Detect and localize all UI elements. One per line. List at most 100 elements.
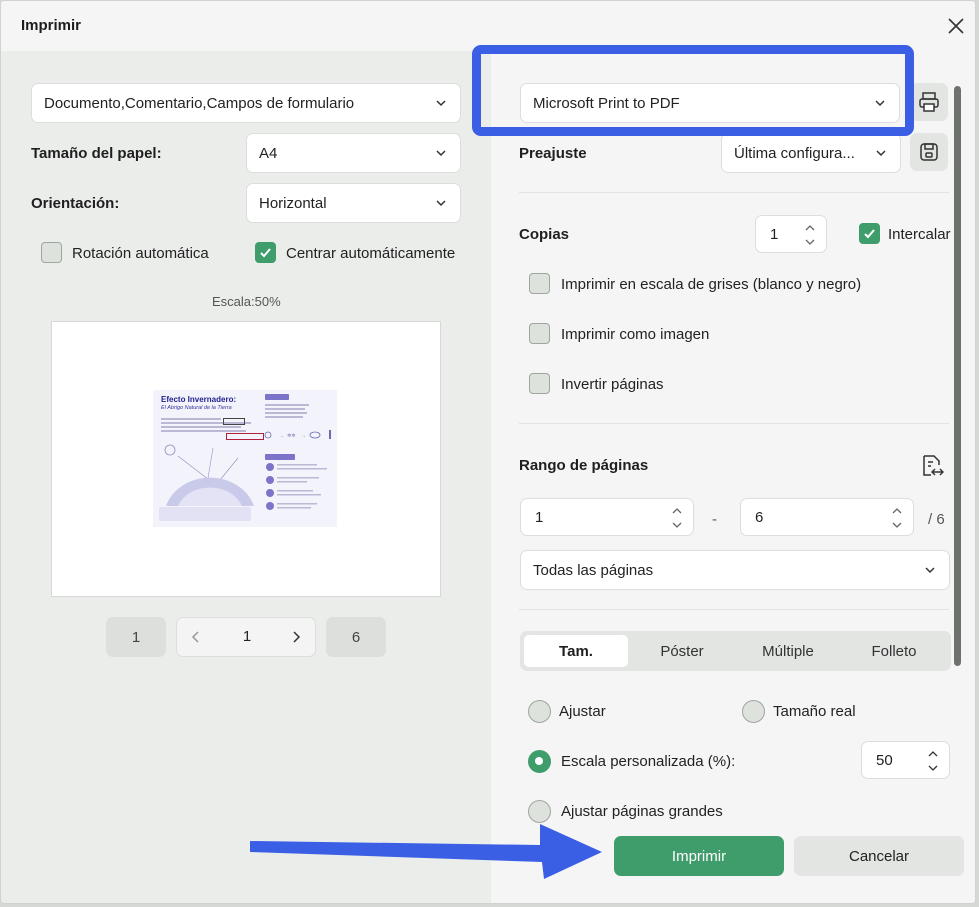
preview-list	[266, 463, 327, 510]
fit-label: Ajustar	[559, 703, 606, 720]
close-icon[interactable]	[945, 15, 967, 37]
auto-center-label: Centrar automáticamente	[286, 245, 456, 262]
printer-icon	[919, 92, 939, 112]
preview-tag	[265, 394, 289, 400]
custom-scale-value: 50	[876, 751, 893, 769]
range-total: / 6	[928, 511, 945, 528]
tab-booklet[interactable]: Folleto	[842, 635, 946, 667]
page-preview: Efecto Invernadero: El Abrigo Natural de…	[51, 321, 441, 597]
fit-large-pages-radio[interactable]	[528, 800, 551, 823]
print-content-value: Documento,Comentario,Campos de formulari…	[44, 94, 355, 112]
process-icons: → ✲✲ →	[264, 430, 331, 439]
collate-label: Intercalar	[888, 226, 951, 243]
dialog-title: Imprimir	[21, 17, 82, 34]
checkmark-icon	[864, 229, 875, 239]
svg-text:✲✲: ✲✲	[287, 433, 296, 439]
orientation-select[interactable]: Horizontal	[246, 183, 461, 223]
preview-doc-title: Efecto Invernadero:	[161, 395, 237, 404]
orientation-value: Horizontal	[259, 194, 327, 212]
svg-text:→: →	[301, 433, 306, 439]
chevron-right-icon[interactable]	[289, 630, 303, 644]
auto-center-checkbox[interactable]	[255, 242, 276, 263]
chevron-down-icon	[876, 150, 886, 157]
settings-scrollbar[interactable]	[954, 86, 961, 666]
preview-text-line	[161, 426, 241, 428]
preview-doc-subtitle: El Abrigo Natural de la Tierra	[161, 405, 232, 411]
fit-large-pages-label: Ajustar páginas grandes	[561, 803, 723, 820]
preset-value: Última configura...	[734, 144, 855, 162]
orientation-label: Orientación:	[31, 195, 120, 212]
range-from-value: 1	[535, 508, 544, 526]
preview-text-line	[265, 412, 307, 414]
settings-pane: Microsoft Print to PDF Preajuste Última …	[491, 51, 975, 903]
custom-scale-label: Escala personalizada (%):	[561, 753, 736, 770]
tab-multiple[interactable]: Múltiple	[736, 635, 840, 667]
print-dialog: Imprimir Documento,Comentario,Campos de …	[0, 0, 976, 904]
preview-text-line	[161, 418, 221, 420]
save-preset-button[interactable]	[910, 133, 948, 171]
last-page-button[interactable]: 6	[326, 617, 386, 657]
chevron-left-icon[interactable]	[189, 630, 203, 644]
copies-label: Copias	[519, 226, 570, 243]
page-subset-value: Todas las páginas	[533, 561, 654, 579]
range-from-stepper[interactable]: 1	[520, 498, 694, 536]
print-content-select[interactable]: Documento,Comentario,Campos de formulari…	[31, 83, 461, 123]
copies-stepper[interactable]: 1	[755, 215, 827, 253]
grayscale-label: Imprimir en escala de grises (blanco y n…	[561, 276, 862, 293]
preview-footer-box	[159, 507, 251, 521]
divider	[519, 609, 949, 610]
title-bar: Imprimir	[1, 1, 975, 51]
first-page-button[interactable]: 1	[106, 617, 166, 657]
tab-poster[interactable]: Póster	[630, 635, 734, 667]
page-navigator: 1	[176, 617, 316, 657]
current-page[interactable]: 1	[227, 628, 267, 645]
custom-scale-stepper[interactable]: 50	[861, 741, 950, 779]
auto-rotate-label: Rotación automática	[72, 245, 209, 262]
printer-select[interactable]: Microsoft Print to PDF	[520, 83, 900, 123]
stepper-arrows-icon[interactable]	[671, 505, 683, 531]
preview-document-thumbnail: Efecto Invernadero: El Abrigo Natural de…	[153, 390, 337, 527]
preview-text-line	[265, 416, 303, 418]
invert-pages-checkbox[interactable]	[529, 373, 550, 394]
paper-size-select[interactable]: A4	[246, 133, 461, 173]
printer-properties-button[interactable]	[910, 83, 948, 121]
stepper-arrows-icon[interactable]	[891, 505, 903, 531]
preview-text-line	[265, 404, 309, 406]
stepper-arrows-icon[interactable]	[804, 222, 816, 248]
scale-indicator: Escala:50%	[212, 294, 281, 309]
preview-box	[223, 418, 245, 425]
actual-size-radio[interactable]	[742, 700, 765, 723]
range-to-value: 6	[755, 508, 764, 526]
svg-text:→: →	[279, 433, 284, 439]
preset-select[interactable]: Última configura...	[721, 133, 901, 173]
page-range-icon[interactable]	[918, 453, 944, 479]
cancel-button[interactable]: Cancelar	[794, 836, 964, 876]
invert-pages-label: Invertir páginas	[561, 376, 664, 393]
chevron-down-icon	[875, 100, 885, 107]
preview-text-line	[161, 430, 246, 432]
save-icon	[920, 143, 938, 161]
range-separator: -	[712, 511, 717, 528]
collate-checkbox[interactable]	[859, 223, 880, 244]
page-range-label: Rango de páginas	[519, 457, 649, 474]
fit-radio[interactable]	[528, 700, 551, 723]
print-button[interactable]: Imprimir	[614, 836, 784, 876]
paper-size-value: A4	[259, 144, 278, 162]
auto-rotate-checkbox[interactable]	[41, 242, 62, 263]
stepper-arrows-icon[interactable]	[927, 748, 939, 774]
grayscale-checkbox[interactable]	[529, 273, 550, 294]
range-to-stepper[interactable]: 6	[740, 498, 914, 536]
tab-size[interactable]: Tam.	[524, 635, 628, 667]
chevron-down-icon	[925, 567, 935, 574]
sizing-tabs: Tam. Póster Múltiple Folleto	[520, 631, 951, 671]
printer-value: Microsoft Print to PDF	[533, 94, 680, 112]
preset-label: Preajuste	[519, 145, 587, 162]
preview-text-line	[265, 408, 305, 410]
checkmark-icon	[260, 248, 271, 258]
paper-size-label: Tamaño del papel:	[31, 145, 162, 162]
copies-value: 1	[770, 225, 779, 243]
page-subset-select[interactable]: Todas las páginas	[520, 550, 950, 590]
divider	[519, 423, 949, 424]
custom-scale-radio[interactable]	[528, 750, 551, 773]
print-as-image-checkbox[interactable]	[529, 323, 550, 344]
